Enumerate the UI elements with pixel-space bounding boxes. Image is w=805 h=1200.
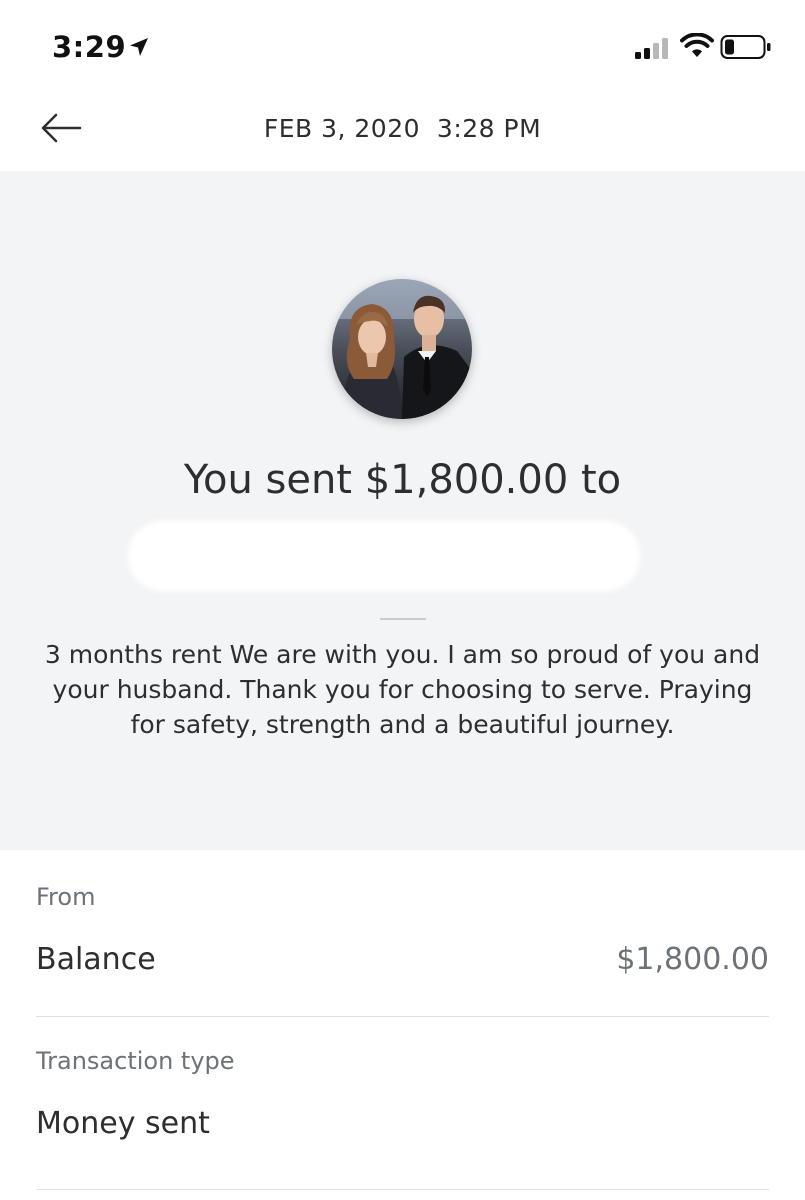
recipient-name-redacted xyxy=(128,521,640,591)
status-time: 3:29 xyxy=(52,30,127,64)
from-value: Balance xyxy=(36,942,156,977)
location-arrow-icon xyxy=(130,38,148,56)
transaction-summary: You sent $1,800.00 to 3 months rent We a… xyxy=(0,171,805,850)
from-amount: $1,800.00 xyxy=(616,942,769,977)
nav-bar: FEB 3, 2020 3:28 PM xyxy=(0,90,805,170)
transaction-type-value: Money sent xyxy=(36,1106,210,1141)
recipient-avatar xyxy=(332,279,472,419)
cellular-signal-icon xyxy=(635,38,668,59)
from-label: From xyxy=(36,883,96,911)
wifi-icon xyxy=(680,33,714,57)
transaction-note: 3 months rent We are with you. I am so p… xyxy=(44,640,761,739)
status-bar: 3:29 xyxy=(0,0,805,90)
details-divider xyxy=(36,1189,769,1190)
amount-sent-heading: You sent $1,800.00 to xyxy=(183,457,622,503)
transaction-type-label: Transaction type xyxy=(36,1047,235,1075)
transaction-date-title: FEB 3, 2020 3:28 PM xyxy=(263,114,542,143)
transaction-details: From Balance $1,800.00 Transaction type … xyxy=(0,850,805,1200)
battery-icon xyxy=(720,35,771,59)
details-divider xyxy=(36,1016,769,1017)
note-divider xyxy=(380,618,426,620)
